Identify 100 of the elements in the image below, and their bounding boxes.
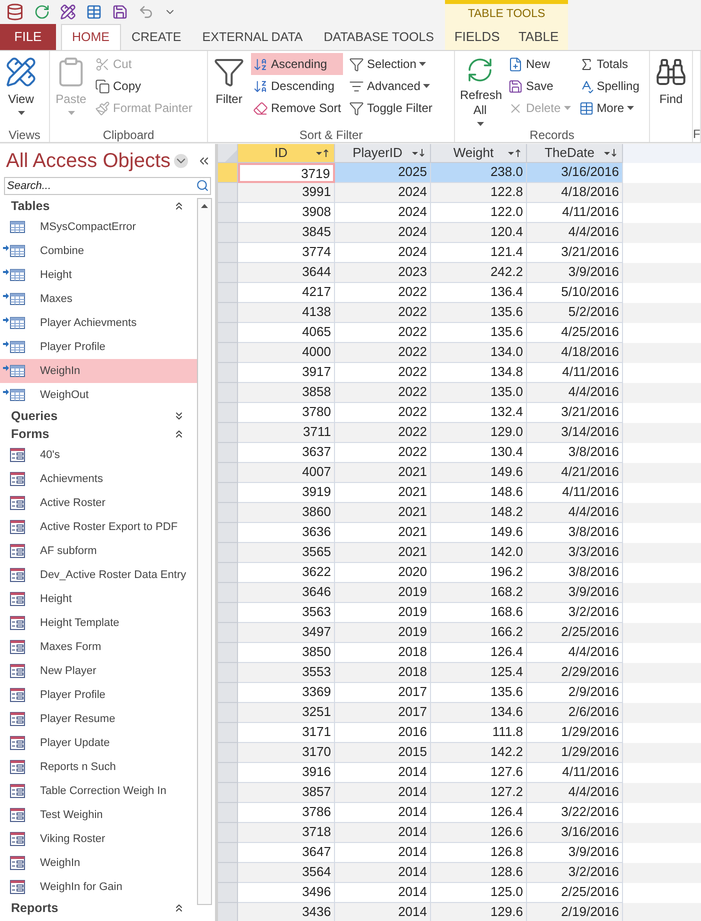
table-row[interactable]: 3646 2019 168.2 3/9/2016: [218, 583, 701, 603]
row-selector[interactable]: [218, 483, 238, 503]
nav-item[interactable]: Player Resume: [0, 707, 197, 731]
select-all-corner[interactable]: [218, 144, 238, 163]
row-selector[interactable]: [218, 383, 238, 403]
row-selector[interactable]: [218, 423, 238, 443]
row-selector[interactable]: [218, 243, 238, 263]
row-selector[interactable]: [218, 663, 238, 683]
table-row[interactable]: 3845 2024 120.4 4/4/2016: [218, 223, 701, 243]
nav-item[interactable]: Maxes: [0, 287, 197, 311]
row-selector[interactable]: [218, 723, 238, 743]
sort-ascending-icon[interactable]: [508, 148, 521, 158]
row-selector[interactable]: [218, 763, 238, 783]
ribbon-tab[interactable]: TABLE: [512, 24, 565, 50]
row-selector[interactable]: [218, 803, 238, 823]
refresh-icon[interactable]: [34, 4, 50, 20]
section-header[interactable]: Forms: [0, 425, 197, 443]
section-header[interactable]: Tables: [0, 197, 197, 215]
ribbon-button[interactable]: Ascending: [251, 53, 344, 75]
row-selector[interactable]: [218, 223, 238, 243]
table-row[interactable]: 3565 2021 142.0 3/3/2016: [218, 543, 701, 563]
row-selector[interactable]: [218, 743, 238, 763]
nav-item[interactable]: Achievments: [0, 467, 197, 491]
ribbon-button[interactable]: Filter: [211, 52, 247, 126]
nav-item[interactable]: Player Profile: [0, 335, 197, 359]
row-selector[interactable]: [218, 783, 238, 803]
table-row[interactable]: 3251 2017 134.6 2/6/2016: [218, 703, 701, 723]
row-selector[interactable]: [218, 843, 238, 863]
nav-item[interactable]: Active Roster: [0, 491, 197, 515]
row-selector[interactable]: [218, 583, 238, 603]
ribbon-button[interactable]: Advanced: [347, 75, 434, 97]
row-selector[interactable]: [218, 603, 238, 623]
row-selector[interactable]: [218, 183, 238, 203]
row-selector[interactable]: [218, 283, 238, 303]
row-selector[interactable]: [218, 163, 238, 183]
ribbon-button[interactable]: New: [506, 53, 573, 75]
ribbon-button[interactable]: Spelling: [576, 75, 642, 97]
nav-item[interactable]: WeighIn for Gain: [0, 875, 197, 899]
ribbon-button[interactable]: Remove Sort: [251, 97, 344, 119]
column-header[interactable]: Weight: [431, 144, 527, 163]
row-selector[interactable]: [218, 643, 238, 663]
row-selector[interactable]: [218, 703, 238, 723]
search-field[interactable]: Search...: [4, 177, 211, 195]
table-row[interactable]: 3857 2014 127.2 4/4/2016: [218, 783, 701, 803]
table-row[interactable]: 3860 2021 148.2 4/4/2016: [218, 503, 701, 523]
row-selector[interactable]: [218, 523, 238, 543]
row-selector[interactable]: [218, 463, 238, 483]
row-selector[interactable]: [218, 623, 238, 643]
ribbon-button[interactable]: Find: [653, 52, 689, 126]
column-header[interactable]: ID: [238, 144, 335, 163]
scrollbar[interactable]: [197, 198, 212, 905]
nav-item[interactable]: Height: [0, 263, 197, 287]
ribbon-button[interactable]: Toggle Filter: [347, 97, 434, 119]
table-row[interactable]: 3564 2014 128.6 3/2/2016: [218, 863, 701, 883]
nav-item[interactable]: Player Update: [0, 731, 197, 755]
sort-descending-icon[interactable]: [604, 148, 617, 158]
column-header[interactable]: PlayerID: [335, 144, 431, 163]
save-icon[interactable]: [112, 4, 128, 20]
column-header[interactable]: TheDate: [527, 144, 623, 163]
row-selector[interactable]: [218, 203, 238, 223]
table-row[interactable]: 3553 2018 125.4 2/29/2016: [218, 663, 701, 683]
nav-item[interactable]: Combine: [0, 239, 197, 263]
ribbon-tab[interactable]: CREATE: [122, 24, 192, 50]
nav-item[interactable]: Dev_Active Roster Data Entry: [0, 563, 197, 587]
ribbon-button[interactable]: Refresh All: [458, 52, 502, 126]
table-row[interactable]: 3436 2014 129.6 2/19/2016: [218, 903, 701, 921]
nav-item[interactable]: 40's: [0, 443, 197, 467]
row-selector[interactable]: [218, 303, 238, 323]
row-selector[interactable]: [218, 503, 238, 523]
row-selector[interactable]: [218, 263, 238, 283]
row-selector[interactable]: [218, 443, 238, 463]
row-selector[interactable]: [218, 363, 238, 383]
nav-item[interactable]: New Player: [0, 659, 197, 683]
ribbon-tab[interactable]: FIELDS: [448, 24, 506, 50]
ribbon-button[interactable]: Totals: [576, 53, 642, 75]
nav-item[interactable]: Active Roster Export to PDF: [0, 515, 197, 539]
table-row[interactable]: 3718 2014 126.6 3/16/2016: [218, 823, 701, 843]
nav-item[interactable]: Height: [0, 587, 197, 611]
row-selector[interactable]: [218, 403, 238, 423]
nav-item[interactable]: MSysCompactError: [0, 215, 197, 239]
row-selector[interactable]: [218, 823, 238, 843]
file-tab[interactable]: FILE: [0, 24, 56, 50]
nav-item[interactable]: WeighIn: [0, 359, 197, 383]
row-selector[interactable]: [218, 903, 238, 921]
nav-item[interactable]: Test Weighin: [0, 803, 197, 827]
section-header[interactable]: Queries: [0, 407, 197, 425]
row-selector[interactable]: [218, 323, 238, 343]
ribbon-button[interactable]: More: [576, 97, 642, 119]
row-selector[interactable]: [218, 883, 238, 903]
sort-ascending-icon[interactable]: [316, 148, 329, 158]
row-selector[interactable]: [218, 543, 238, 563]
ribbon-button[interactable]: Save: [506, 75, 573, 97]
nav-item[interactable]: AF subform: [0, 539, 197, 563]
nav-item[interactable]: Height Template: [0, 611, 197, 635]
search-icon[interactable]: [196, 179, 209, 192]
table-row[interactable]: 3858 2022 135.0 4/4/2016: [218, 383, 701, 403]
undo-icon[interactable]: [138, 4, 154, 20]
table-row[interactable]: 4000 2022 134.0 4/18/2016: [218, 343, 701, 363]
ribbon-button[interactable]: Selection: [347, 53, 434, 75]
ribbon-button[interactable]: Descending: [251, 75, 344, 97]
